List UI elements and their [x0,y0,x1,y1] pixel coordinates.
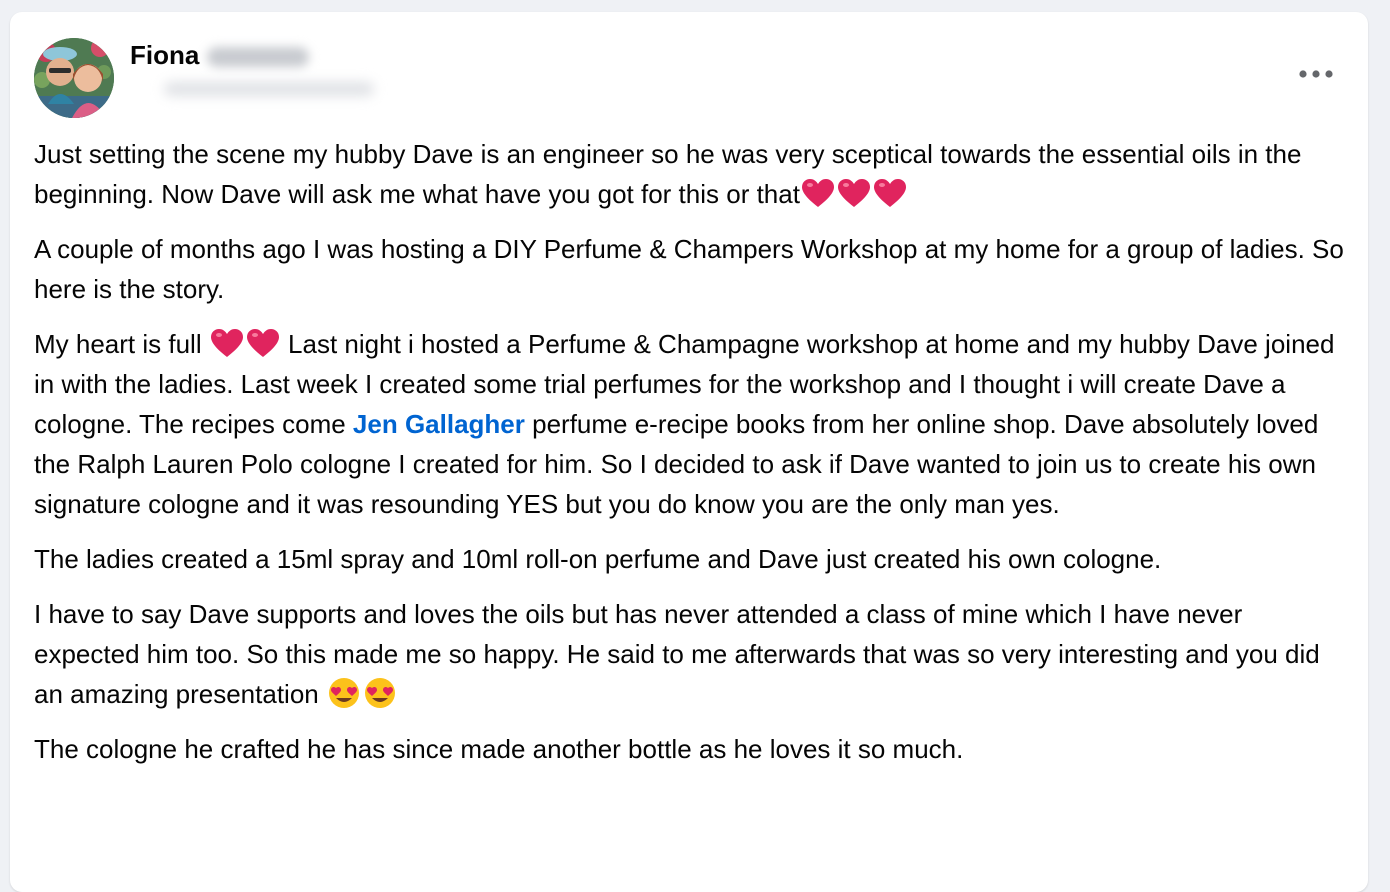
heart-eyes-emoji-icon [364,678,395,708]
more-options-button[interactable] [1294,60,1338,88]
heart-emoji-icon [801,179,834,207]
paragraph-5: I have to say Dave supports and loves th… [34,594,1354,714]
heart-emoji-icon [873,179,906,207]
heart-emoji-icon [246,329,279,357]
avatar-photo-icon [34,38,114,118]
paragraph-1: Just setting the scene my hubby Dave is … [34,134,1354,214]
post-body: Just setting the scene my hubby Dave is … [34,134,1354,784]
paragraph-3: My heart is full Last night i hosted a P… [34,324,1354,524]
post-header: Fiona [34,38,1344,118]
paragraph-6: The cologne he crafted he has since made… [34,734,964,764]
author-avatar[interactable] [34,38,114,118]
paragraph-1-text: Just setting the scene my hubby Dave is … [34,139,1302,209]
paragraph-3-lead: My heart is full [34,329,209,359]
ellipsis-icon [1299,70,1333,78]
post-card: Fiona Just setting the scene my hubby Da… [10,12,1368,892]
heart-eyes-emoji-icon [328,678,359,708]
paragraph-5-text: I have to say Dave supports and loves th… [34,599,1320,709]
paragraph-4: The ladies created a 15ml spray and 10ml… [34,544,1162,574]
author-first-name[interactable]: Fiona [130,40,199,70]
heart-emoji-icon [837,179,870,207]
mention-link[interactable]: Jen Gallagher [353,409,525,439]
blurred-surname [207,47,310,68]
paragraph-2: A couple of months ago I was hosting a D… [34,234,1344,304]
author-name[interactable]: Fiona [130,40,310,71]
heart-emoji-icon [210,329,243,357]
blurred-post-meta [164,82,374,96]
